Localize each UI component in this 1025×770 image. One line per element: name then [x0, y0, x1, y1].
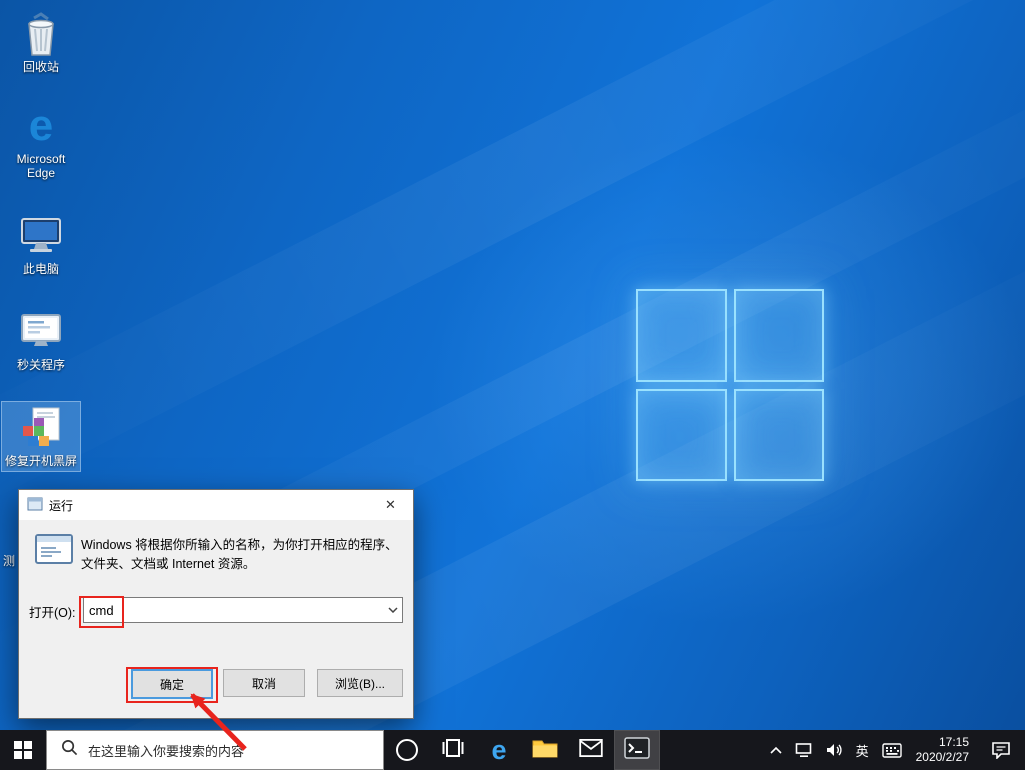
- cmd-taskbar-button[interactable]: [614, 730, 660, 770]
- task-view-icon: [441, 738, 465, 763]
- mail-button[interactable]: [568, 730, 614, 770]
- command-prompt-icon: [624, 736, 650, 765]
- recycle-bin-icon: [18, 11, 64, 57]
- desktop-icon-label: 修复开机黑屏: [4, 454, 77, 468]
- run-dialog-description: Windows 将根据你所输入的名称，为你打开相应的程序、 文件夹、文档或 In…: [81, 536, 398, 574]
- desktop-screen: 回收站 e Microsoft Edge 此电脑 秒关程序 修复开机黑屏 测 运…: [0, 0, 1025, 770]
- windows-logo-wallpaper: [636, 289, 824, 481]
- cortana-button[interactable]: [384, 730, 430, 770]
- run-dialog: 运行 ✕ Windows 将根据你所输入的名称，为你打开相应的程序、 文件夹、文…: [18, 489, 414, 719]
- run-glyph-icon: [35, 534, 73, 569]
- folder-icon: [532, 737, 558, 764]
- partially-hidden-icon-label: 测: [3, 554, 16, 568]
- close-icon[interactable]: ✕: [368, 490, 413, 519]
- mail-icon: [579, 738, 603, 762]
- taskbar-clock[interactable]: 17:15 2020/2/27: [908, 735, 977, 765]
- network-icon[interactable]: [789, 730, 819, 770]
- open-combobox-value[interactable]: cmd: [84, 603, 384, 618]
- ime-language-indicator[interactable]: 英: [849, 730, 876, 770]
- desktop-icon-label: 此电脑: [22, 262, 59, 276]
- ok-button[interactable]: 确定: [131, 669, 213, 699]
- desktop-icon-this-pc[interactable]: 此电脑: [2, 210, 80, 279]
- edge-taskbar-button[interactable]: e: [476, 730, 522, 770]
- volume-icon[interactable]: [819, 730, 849, 770]
- file-explorer-button[interactable]: [522, 730, 568, 770]
- clock-date: 2020/2/27: [915, 750, 969, 764]
- desktop-icon-fix-black-screen[interactable]: 修复开机黑屏: [1, 401, 81, 472]
- desktop-icon-recycle-bin[interactable]: 回收站: [2, 8, 80, 77]
- run-dialog-icon: [27, 497, 43, 514]
- search-icon: [61, 739, 78, 761]
- description-line-2: 文件夹、文档或 Internet 资源。: [81, 557, 256, 571]
- app-window-icon: [18, 309, 64, 355]
- open-field-label: 打开(O):: [29, 606, 76, 620]
- desktop-icon-quick-close-app[interactable]: 秒关程序: [2, 306, 80, 375]
- edge-icon: e: [18, 103, 64, 149]
- touch-keyboard-icon[interactable]: [876, 730, 908, 770]
- taskbar: 在这里输入你要搜索的内容 e 英 17:15 2020/2/27: [0, 730, 1025, 770]
- desktop-icon-label: 秒关程序: [16, 358, 65, 372]
- browse-button[interactable]: 浏览(B)...: [317, 669, 403, 697]
- cancel-button[interactable]: 取消: [223, 669, 305, 697]
- start-button[interactable]: [0, 730, 46, 770]
- tray-chevron-up-icon[interactable]: [763, 730, 789, 770]
- taskbar-search-box[interactable]: 在这里输入你要搜索的内容: [46, 730, 384, 770]
- task-view-button[interactable]: [430, 730, 476, 770]
- run-dialog-title: 运行: [49, 498, 74, 513]
- action-center-icon: [992, 742, 1010, 759]
- desktop-icon-label: Microsoft Edge: [16, 152, 66, 180]
- run-dialog-titlebar: 运行: [19, 490, 413, 520]
- desktop-icon-label: 回收站: [22, 60, 59, 74]
- this-pc-icon: [18, 213, 64, 259]
- open-combobox[interactable]: cmd: [83, 597, 403, 623]
- description-line-1: Windows 将根据你所输入的名称，为你打开相应的程序、: [81, 538, 398, 552]
- clock-time: 17:15: [938, 735, 969, 749]
- svg-text:e: e: [29, 103, 53, 149]
- cortana-icon: [396, 739, 418, 761]
- search-placeholder: 在这里输入你要搜索的内容: [88, 743, 245, 759]
- edge-icon: e: [491, 734, 507, 765]
- chevron-down-icon[interactable]: [384, 598, 402, 622]
- desktop-icon-microsoft-edge[interactable]: e Microsoft Edge: [2, 100, 80, 183]
- colored-blocks-icon: [18, 405, 64, 451]
- light-beam: [0, 0, 1025, 523]
- windows-start-icon: [14, 741, 32, 759]
- system-tray: 英 17:15 2020/2/27: [763, 730, 1025, 770]
- action-center-button[interactable]: [977, 730, 1025, 770]
